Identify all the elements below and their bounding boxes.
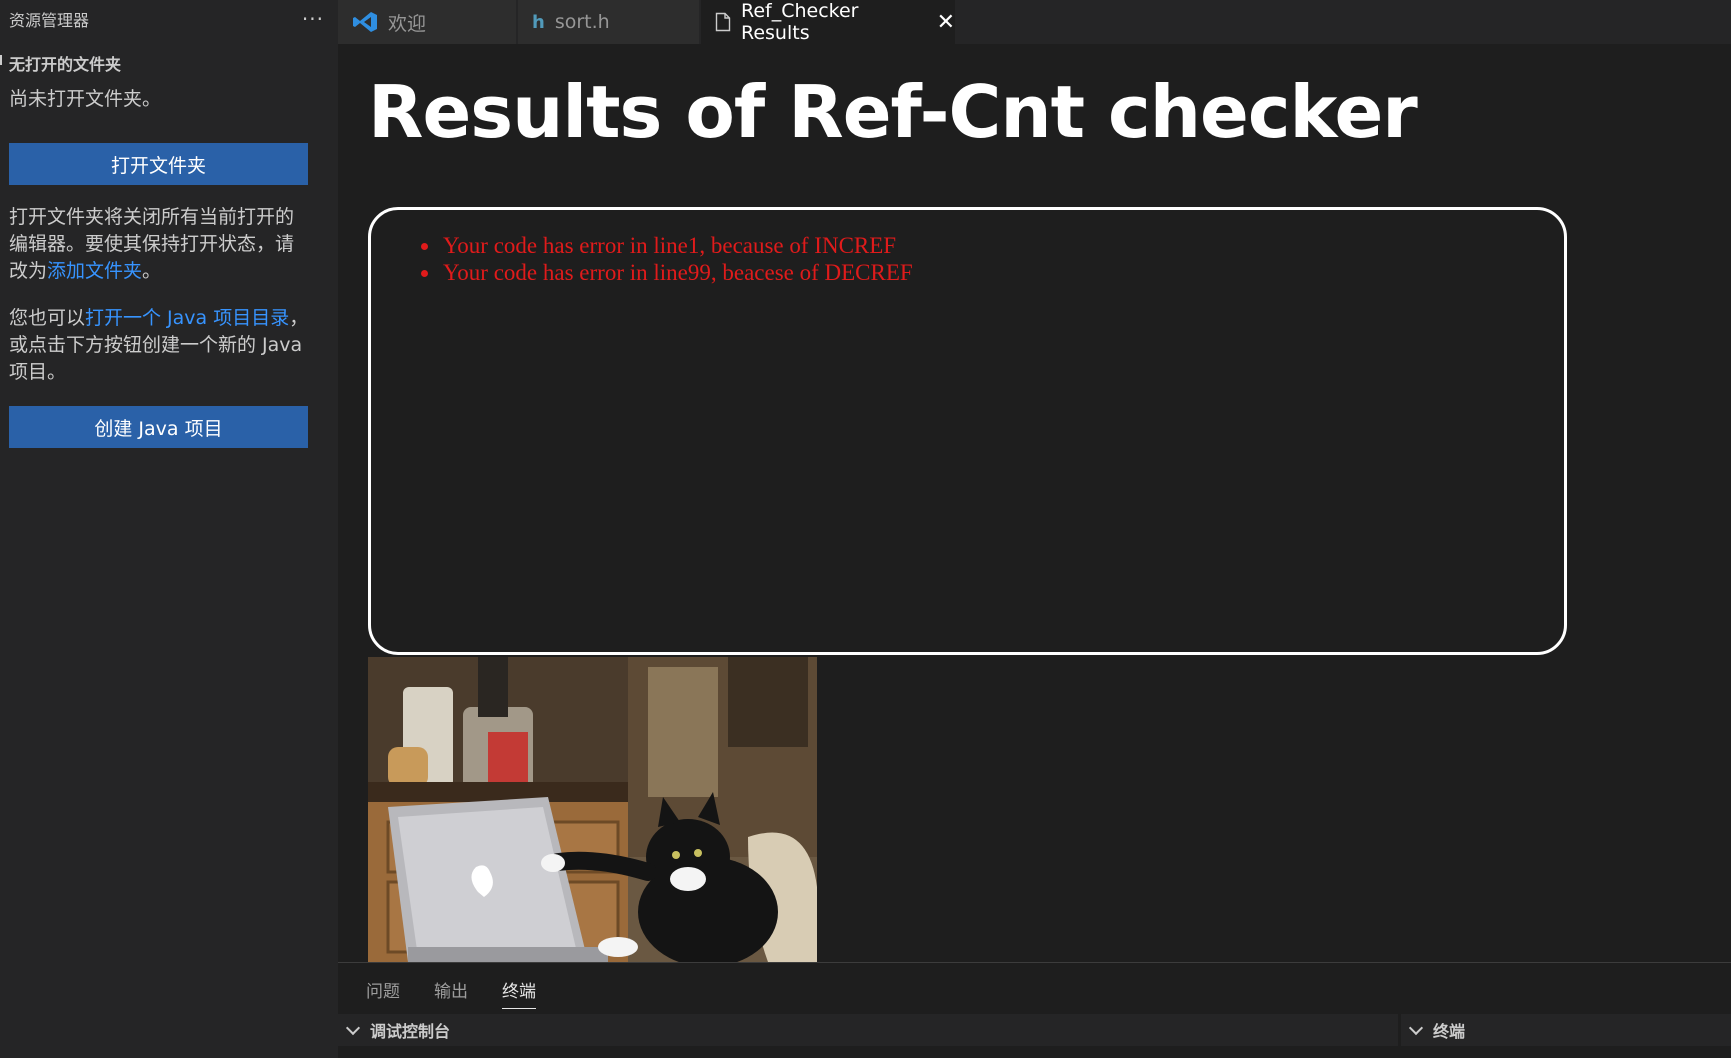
debug-console-section[interactable]: 调试控制台 [338,1014,1398,1046]
open-java-project-link[interactable]: 打开一个 Java 项目目录 [85,307,289,329]
tab-sort-h[interactable]: h sort.h [518,0,700,44]
error-item: Your code has error in line1, because of… [421,232,913,259]
close-icon[interactable]: ✕ [937,10,955,35]
h-file-icon: h [532,11,545,33]
explorer-title: 资源管理器 [9,11,90,30]
error-text: Your code has error in line1, because of… [443,233,897,258]
panel-tabs: 问题 输出 终端 [366,977,536,1009]
open-folder-button[interactable]: 打开文件夹 [9,143,308,185]
terminal-label: 终端 [1433,1022,1466,1041]
open-folder-info: 打开文件夹将关闭所有当前打开的编辑器。要使其保持打开状态，请改为添加文件夹。 [9,204,309,285]
explorer-sidebar: 资源管理器 ··· 无打开的文件夹 尚未打开文件夹。 打开文件夹 打开文件夹将关… [0,0,338,1058]
chevron-down-icon [345,1020,361,1036]
create-java-project-button[interactable]: 创建 Java 项目 [9,406,308,448]
tab-problems[interactable]: 问题 [366,977,400,1009]
chevron-down-icon [1408,1020,1424,1036]
vscode-window: 资源管理器 ··· 无打开的文件夹 尚未打开文件夹。 打开文件夹 打开文件夹将关… [0,0,1731,1058]
java-info-text: 您也可以 [9,307,86,329]
editor-webview: Results of Ref-Cnt checker Your code has… [338,44,1731,962]
file-icon [715,12,731,32]
results-box: Your code has error in line1, because of… [368,207,1567,655]
tab-label: Ref_Checker Results [741,0,859,44]
ellipsis-icon[interactable]: ··· [302,7,324,31]
error-item: Your code has error in line99, beacese o… [421,259,913,286]
tab-welcome[interactable]: 欢迎 [338,0,517,44]
bullet-icon [421,270,428,277]
open-folder-info-end: 。 [142,260,162,282]
tab-output[interactable]: 输出 [434,977,468,1009]
page-title: Results of Ref-Cnt checker [368,70,1418,154]
java-project-info: 您也可以打开一个 Java 项目目录，或点击下方按钮创建一个新的 Java 项目… [9,305,309,386]
no-folder-text: 尚未打开文件夹。 [9,88,162,110]
editor-tab-bar: 欢迎 h sort.h Ref_Checker Results ✕ [338,0,1731,44]
bottom-panel: 问题 输出 终端 调试控制台 终端 [338,962,1731,1058]
vscode-icon [352,11,378,33]
chevron-right-icon[interactable] [0,55,3,65]
error-text: Your code has error in line99, beacese o… [443,260,913,285]
bullet-icon [421,243,428,250]
explorer-header: 资源管理器 ··· [0,0,338,38]
cat-laptop-image [368,657,817,962]
debug-console-label: 调试控制台 [370,1022,451,1041]
tab-label: sort.h [554,11,610,33]
error-list: Your code has error in line1, because of… [421,232,913,286]
terminal-section[interactable]: 终端 [1401,1014,1731,1046]
no-folder-section-title[interactable]: 无打开的文件夹 [9,51,121,75]
tab-terminal[interactable]: 终端 [502,977,536,1009]
tab-ref-checker-results[interactable]: Ref_Checker Results ✕ [701,0,956,44]
add-folder-link[interactable]: 添加文件夹 [47,260,142,282]
tab-label: 欢迎 [388,12,427,35]
